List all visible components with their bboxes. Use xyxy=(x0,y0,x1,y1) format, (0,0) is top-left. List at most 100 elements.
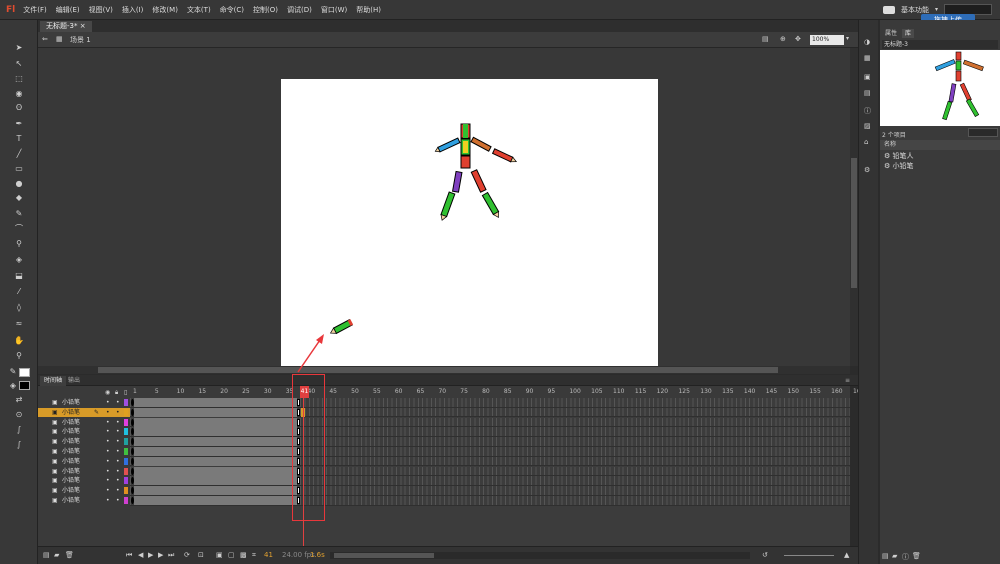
layer-row[interactable]: ▣ 小铅笔 • • xyxy=(38,467,130,477)
library-item-smallpencil[interactable]: ⚙ 小铅笔 xyxy=(884,161,914,171)
history-icon[interactable]: ⌂ xyxy=(864,138,868,146)
frame-span[interactable] xyxy=(134,417,297,427)
outline-color-swatch[interactable] xyxy=(124,428,128,436)
current-frame[interactable]: 41 xyxy=(264,551,273,559)
layer-row[interactable]: ▣ 小铅笔 • • xyxy=(38,447,130,457)
zoom-in-icon[interactable]: ▲ xyxy=(844,551,849,559)
layer-row[interactable]: ▣ 小铅笔 • • xyxy=(38,398,130,408)
layer-row[interactable]: ▣ 小铅笔 • • xyxy=(38,418,130,428)
undo-zoom-icon[interactable]: ↺ xyxy=(762,551,768,559)
library-search-input[interactable] xyxy=(968,128,998,137)
outline-color-swatch[interactable] xyxy=(124,418,128,426)
outline-color-swatch[interactable] xyxy=(124,457,128,465)
lock-dot[interactable]: • xyxy=(116,496,120,505)
frame-row[interactable] xyxy=(130,447,850,457)
frame-grid[interactable] xyxy=(130,398,850,546)
frame-row[interactable] xyxy=(130,466,850,477)
onion-skin-icon[interactable]: ▣ xyxy=(216,551,223,559)
visibility-dot[interactable]: • xyxy=(106,427,110,436)
visibility-dot[interactable]: • xyxy=(106,447,110,456)
delete-item-icon[interactable]: 🗑︎ xyxy=(912,552,921,560)
library-item-pencilman[interactable]: ⚙ 铅笔人 xyxy=(884,151,914,161)
layer-name[interactable]: 小铅笔 xyxy=(62,427,80,436)
tab-timeline[interactable]: 时间轴 xyxy=(40,376,67,386)
outline-all-icon[interactable]: ▯ xyxy=(124,389,127,396)
frame-span[interactable] xyxy=(134,476,297,486)
frame-span[interactable] xyxy=(134,447,297,456)
frame-zoom-slider[interactable] xyxy=(784,555,834,556)
color-icon[interactable]: ▣ xyxy=(864,73,871,81)
layer-row[interactable]: ▣ 小铅笔 • • xyxy=(38,437,130,447)
new-symbol-icon[interactable]: ▤ xyxy=(882,552,889,560)
small-pencil-instance[interactable] xyxy=(329,318,354,336)
timeline-hscroll[interactable] xyxy=(330,552,750,559)
visibility-dot[interactable]: • xyxy=(106,408,110,417)
step-forward-icon[interactable]: ▶ xyxy=(158,551,163,559)
frame-span[interactable] xyxy=(134,437,297,447)
lock-dot[interactable]: • xyxy=(116,418,120,427)
goto-last-frame-icon[interactable]: ⏭ xyxy=(168,551,174,560)
frame-row[interactable] xyxy=(130,398,850,408)
layer-name[interactable]: 小铅笔 xyxy=(62,418,80,427)
frame-row[interactable] xyxy=(130,427,850,437)
timeline-hscroll-thumb[interactable] xyxy=(334,553,434,558)
goto-first-frame-icon[interactable]: ⏮ xyxy=(126,551,132,560)
loop-icon[interactable]: ⟳ xyxy=(184,551,190,559)
visibility-dot[interactable]: • xyxy=(106,476,110,485)
lock-dot[interactable]: • xyxy=(116,457,120,466)
visibility-dot[interactable]: • xyxy=(106,467,110,476)
frame-row[interactable] xyxy=(130,486,850,496)
layer-row[interactable]: ▣ 小铅笔 • • xyxy=(38,427,130,437)
frame-span[interactable] xyxy=(134,486,297,496)
frame-row[interactable] xyxy=(130,496,850,506)
outline-color-swatch[interactable] xyxy=(124,408,128,416)
layer-row[interactable]: ▣ 小铅笔 ✎ • • xyxy=(38,407,130,418)
layer-row[interactable]: ▣ 小铅笔 • • xyxy=(38,457,130,467)
transform-icon[interactable]: ▨ xyxy=(864,122,871,130)
layer-row[interactable]: ▣ 小铅笔 • • xyxy=(38,496,130,506)
visibility-dot[interactable]: • xyxy=(106,457,110,466)
outline-color-swatch[interactable] xyxy=(124,448,128,455)
align-icon[interactable]: ▦ xyxy=(864,54,871,62)
layer-name[interactable]: 小铅笔 xyxy=(62,486,80,495)
lock-dot[interactable]: • xyxy=(116,408,120,417)
library-document-select[interactable]: 无标题-3 xyxy=(882,40,998,49)
layer-name[interactable]: 小铅笔 xyxy=(62,467,80,476)
lock-all-icon[interactable]: 🔒︎ xyxy=(115,389,118,397)
modify-markers-icon[interactable]: ⌗ xyxy=(252,551,256,560)
frame-span[interactable] xyxy=(134,407,297,417)
layer-row[interactable]: ▣ 小铅笔 • • xyxy=(38,476,130,486)
info-icon[interactable]: ⓘ xyxy=(864,106,871,116)
components-icon[interactable]: ⚙ xyxy=(864,166,870,174)
frame-span[interactable] xyxy=(134,466,297,476)
frame-row[interactable] xyxy=(130,476,850,486)
layer-name[interactable]: 小铅笔 xyxy=(62,437,80,446)
visibility-dot[interactable]: • xyxy=(106,418,110,427)
layer-name[interactable]: 小铅笔 xyxy=(62,447,80,456)
properties-icon[interactable]: ⓘ xyxy=(902,552,909,562)
frame-span[interactable] xyxy=(134,456,297,466)
layer-row[interactable]: ▣ 小铅笔 • • xyxy=(38,486,130,496)
new-folder-icon[interactable]: ▰ xyxy=(54,551,59,559)
library-name-header[interactable]: 名称 xyxy=(880,140,1000,150)
playhead-marker[interactable]: 41 xyxy=(300,386,309,398)
frame-span[interactable] xyxy=(134,496,297,505)
visibility-dot[interactable]: • xyxy=(106,398,110,407)
frame-span[interactable] xyxy=(134,427,297,437)
outline-color-swatch[interactable] xyxy=(124,467,128,475)
layer-name[interactable]: 小铅笔 xyxy=(62,476,80,485)
frame-row[interactable] xyxy=(130,407,850,418)
outline-color-swatch[interactable] xyxy=(124,477,128,485)
layer-name[interactable]: 小铅笔 xyxy=(62,496,80,505)
step-back-icon[interactable]: ◀ xyxy=(138,551,143,559)
tab-properties[interactable]: 属性 xyxy=(882,29,901,38)
swatches-icon[interactable]: ▤ xyxy=(864,89,871,97)
lock-dot[interactable]: • xyxy=(116,398,120,407)
layer-name[interactable]: 小铅笔 xyxy=(62,457,80,466)
lock-dot[interactable]: • xyxy=(116,447,120,456)
outline-color-swatch[interactable] xyxy=(124,438,128,446)
tab-library[interactable]: 库 xyxy=(902,29,915,38)
delete-layer-icon[interactable]: 🗑︎ xyxy=(65,551,74,559)
frame-row[interactable] xyxy=(130,437,850,447)
outline-color-swatch[interactable] xyxy=(124,497,128,504)
